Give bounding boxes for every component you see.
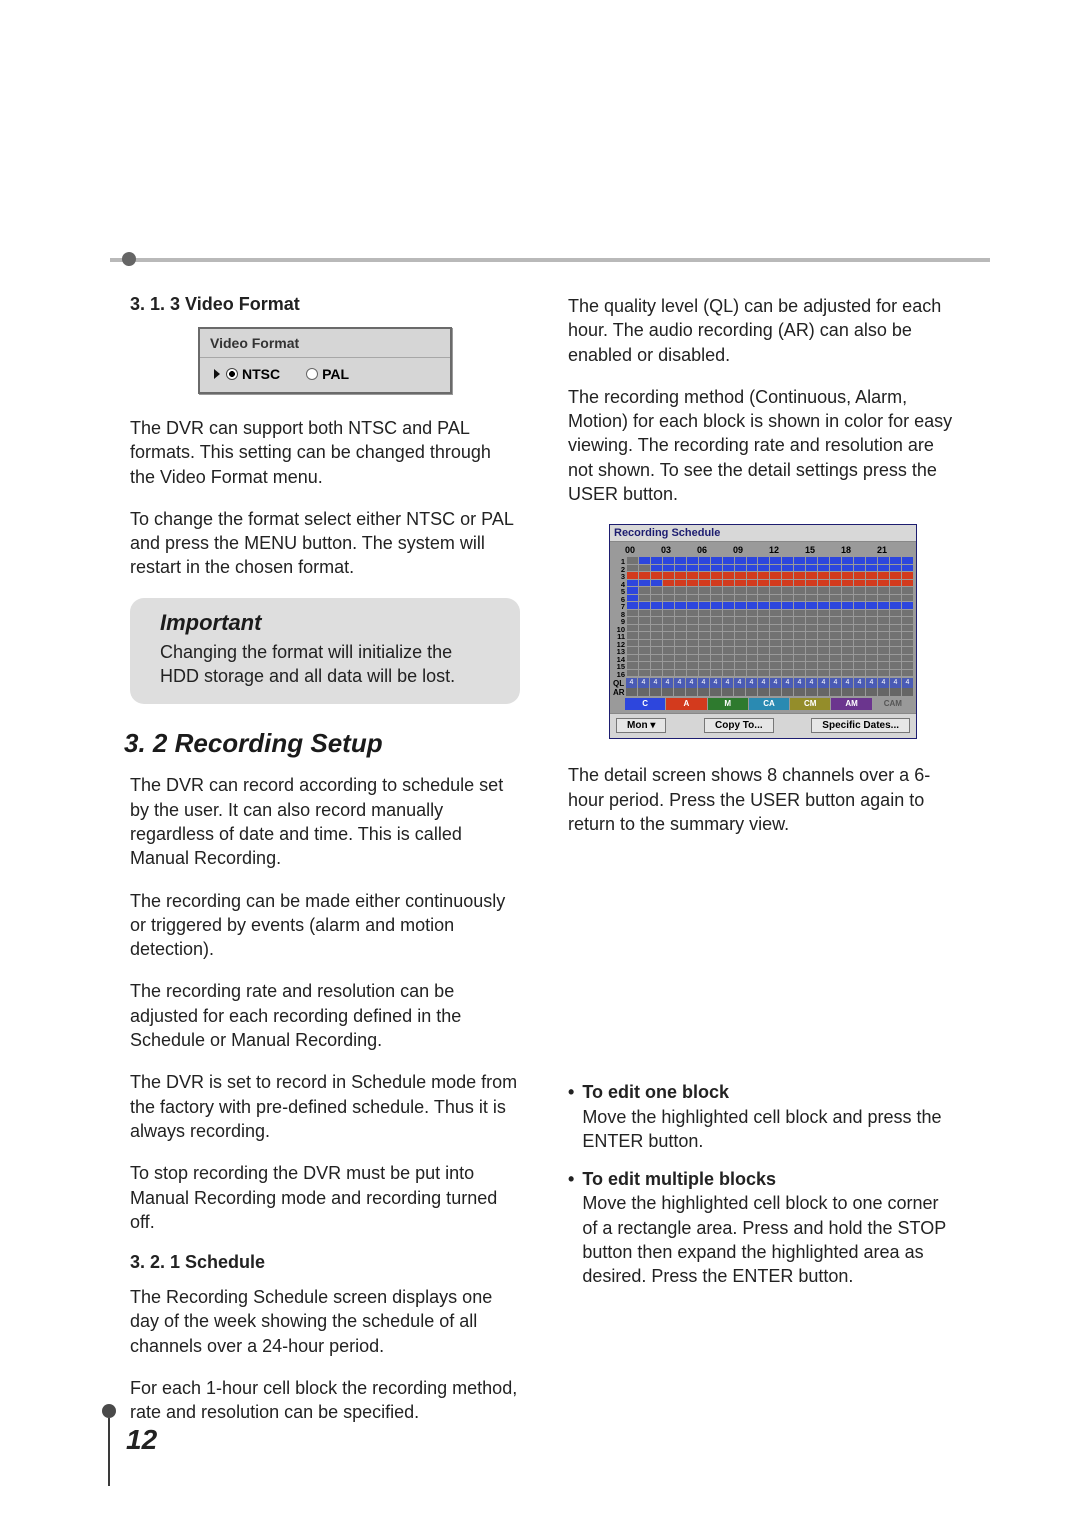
legend-cam: CAM [873, 698, 913, 710]
legend-a: A [666, 698, 706, 710]
whitespace-gap [568, 854, 958, 1080]
radio-pal-label: PAL [322, 366, 349, 382]
edit-multi-block-body: Move the highlighted cell block to one c… [582, 1193, 946, 1286]
header-dot-icon [122, 252, 136, 266]
legend-am: AM [831, 698, 871, 710]
bullet-icon: • [568, 1080, 574, 1153]
schedule-grid[interactable] [627, 557, 913, 678]
paragraph: To stop recording the DVR must be put in… [130, 1161, 520, 1234]
two-column-layout: 3. 1. 3 Video Format Video Format NTSC P… [130, 294, 970, 1425]
schedule-grid-area: 12345678910111213141516 [613, 557, 913, 678]
heading-video-format: 3. 1. 3 Video Format [130, 294, 520, 315]
list-item: • To edit multiple blocks Move the highl… [568, 1167, 958, 1288]
paragraph: The DVR can record according to schedule… [130, 773, 520, 870]
paragraph: To change the format select either NTSC … [130, 507, 520, 580]
video-format-options: NTSC PAL [200, 358, 450, 392]
ar-cells [626, 688, 913, 696]
footer-rule-icon [108, 1418, 110, 1486]
edit-one-block-title: To edit one block [582, 1082, 729, 1102]
edit-multi-block-title: To edit multiple blocks [582, 1169, 776, 1189]
list-item: • To edit one block Move the highlighted… [568, 1080, 958, 1153]
recording-schedule-screenshot: Recording Schedule 00 03 06 09 12 15 18 … [609, 524, 917, 739]
video-format-box-title: Video Format [200, 329, 450, 358]
document-page: 3. 1. 3 Video Format Video Format NTSC P… [0, 0, 1080, 1528]
legend-m: M [708, 698, 748, 710]
page-number: 12 [126, 1424, 157, 1456]
day-dropdown-label: Mon [627, 720, 648, 731]
hour-tick: 00 [625, 545, 661, 555]
hour-tick: 03 [661, 545, 697, 555]
day-dropdown[interactable]: Mon ▾ [616, 718, 666, 733]
schedule-hour-ticks: 00 03 06 09 12 15 18 21 [625, 545, 913, 555]
radio-ntsc-label: NTSC [242, 366, 280, 382]
legend-ca: CA [749, 698, 789, 710]
important-note-body: Changing the format will initialize the … [160, 640, 490, 689]
recording-schedule-title: Recording Schedule [610, 525, 916, 542]
hour-tick: 12 [769, 545, 805, 555]
hour-tick: 06 [697, 545, 733, 555]
ql-cells: 444444444444444444444444 [626, 678, 913, 688]
schedule-button-row: Mon ▾ Copy To... Specific Dates... [610, 713, 916, 738]
recording-schedule-body: 00 03 06 09 12 15 18 21 1234567891011121… [610, 542, 916, 713]
selection-cursor-icon [214, 369, 220, 379]
bullet-icon: • [568, 1167, 574, 1288]
important-note-title: Important [160, 610, 490, 636]
paragraph: The DVR is set to record in Schedule mod… [130, 1070, 520, 1143]
paragraph: The recording rate and resolution can be… [130, 979, 520, 1052]
hour-tick: 15 [805, 545, 841, 555]
paragraph: The detail screen shows 8 channels over … [568, 763, 958, 836]
hour-tick: 21 [877, 545, 913, 555]
paragraph: The Recording Schedule screen displays o… [130, 1285, 520, 1358]
hour-tick: 09 [733, 545, 769, 555]
radio-ntsc[interactable]: NTSC [214, 366, 280, 382]
edit-one-block-body: Move the highlighted cell block and pres… [582, 1107, 941, 1151]
ql-label: QL [613, 679, 625, 688]
channel-labels: 12345678910111213141516 [613, 557, 626, 678]
paragraph: The recording method (Continuous, Alarm,… [568, 385, 958, 506]
schedule-legend: C A M CA CM AM CAM [625, 698, 913, 710]
radio-selected-icon [226, 368, 238, 380]
specific-dates-button[interactable]: Specific Dates... [811, 718, 910, 733]
legend-c: C [625, 698, 665, 710]
heading-schedule: 3. 2. 1 Schedule [130, 1252, 520, 1273]
ar-row: AR [613, 688, 913, 696]
ql-row: QL 444444444444444444444444 [613, 678, 913, 688]
radio-unselected-icon [306, 368, 318, 380]
paragraph: For each 1-hour cell block the recording… [130, 1376, 520, 1425]
ar-label: AR [613, 688, 625, 697]
left-column: 3. 1. 3 Video Format Video Format NTSC P… [130, 294, 520, 1425]
paragraph: The DVR can support both NTSC and PAL fo… [130, 416, 520, 489]
paragraph: The quality level (QL) can be adjusted f… [568, 294, 958, 367]
footer-dot-icon [102, 1404, 116, 1418]
right-column: The quality level (QL) can be adjusted f… [568, 294, 958, 1425]
copy-to-button[interactable]: Copy To... [704, 718, 774, 733]
important-note-box: Important Changing the format will initi… [130, 598, 520, 705]
legend-cm: CM [790, 698, 830, 710]
header-rule [110, 258, 990, 262]
heading-recording-setup: 3. 2 Recording Setup [124, 728, 520, 759]
radio-pal[interactable]: PAL [306, 366, 349, 382]
edit-instructions-list: • To edit one block Move the highlighted… [568, 1080, 958, 1288]
hour-tick: 18 [841, 545, 877, 555]
video-format-box: Video Format NTSC PAL [198, 327, 452, 394]
paragraph: The recording can be made either continu… [130, 889, 520, 962]
